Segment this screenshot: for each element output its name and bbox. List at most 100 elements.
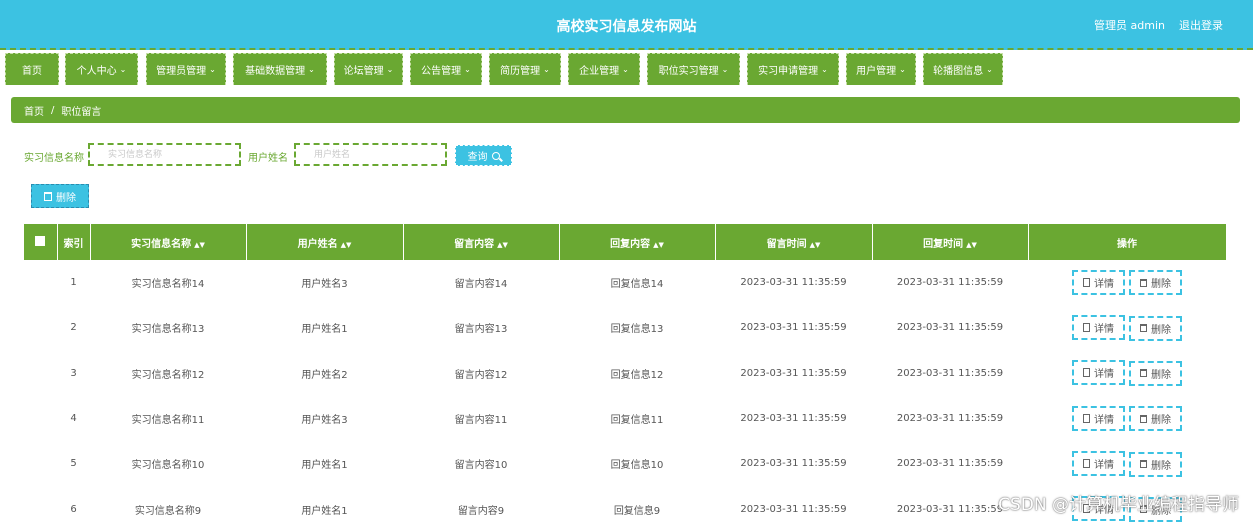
cell-user-name: 用户姓名3 [246, 260, 403, 305]
detail-button[interactable]: 详情 [1072, 406, 1125, 431]
col-header-reply[interactable]: 回复内容▲▼ [559, 224, 715, 260]
nav-item-user[interactable]: 用户管理⌄ [846, 53, 916, 85]
delete-button[interactable]: 删除 [1129, 316, 1182, 341]
nav-label: 实习申请管理 [758, 62, 818, 77]
detail-label: 详情 [1094, 456, 1114, 471]
table-row: 2 实习信息名称13 用户姓名1 留言内容13 回复信息13 2023-03-3… [24, 305, 1226, 350]
sort-icon[interactable]: ▲▼ [194, 241, 205, 249]
cell-internship-name: 实习信息名称9 [90, 486, 246, 531]
nav-item-company[interactable]: 企业管理⌄ [568, 53, 640, 85]
nav-item-announcement[interactable]: 公告管理⌄ [410, 53, 482, 85]
detail-button[interactable]: 详情 [1072, 360, 1125, 385]
chevron-down-icon: ⌄ [120, 65, 127, 74]
detail-button[interactable]: 详情 [1072, 270, 1125, 295]
sort-icon[interactable]: ▲▼ [653, 241, 664, 249]
chevron-down-icon: ⌄ [387, 65, 394, 74]
cell-reply-time: 2023-03-31 11:35:59 [872, 396, 1028, 441]
nav-item-personal-center[interactable]: 个人中心⌄ [65, 53, 138, 85]
nav-item-home[interactable]: 首页 [5, 53, 59, 85]
search-label-user-name: 用户姓名 [248, 149, 288, 164]
cell-reply-time: 2023-03-31 11:35:59 [872, 260, 1028, 305]
row-select-cell[interactable] [24, 260, 57, 305]
trash-icon [1140, 460, 1147, 468]
breadcrumb-home[interactable]: 首页 [24, 103, 44, 118]
delete-label: 删除 [1151, 366, 1171, 381]
cell-message-time: 2023-03-31 11:35:59 [715, 441, 872, 486]
cell-user-name: 用户姓名3 [246, 396, 403, 441]
cell-reply-time: 2023-03-31 11:35:59 [872, 351, 1028, 396]
nav-item-resume[interactable]: 简历管理⌄ [489, 53, 561, 85]
delete-button[interactable]: 删除 [1129, 270, 1182, 295]
row-select-cell[interactable] [24, 351, 57, 396]
col-header-message-time[interactable]: 留言时间▲▼ [715, 224, 872, 260]
row-select-cell[interactable] [24, 396, 57, 441]
query-button-label: 查询 [468, 148, 488, 163]
sort-icon[interactable]: ▲▼ [497, 241, 508, 249]
cell-message: 留言内容9 [403, 486, 559, 531]
select-all-checkbox[interactable] [35, 236, 45, 246]
detail-button[interactable]: 详情 [1072, 451, 1125, 476]
document-icon [1083, 414, 1090, 423]
trash-icon [1140, 279, 1147, 287]
chevron-down-icon: ⌄ [821, 65, 828, 74]
col-header-internship-name[interactable]: 实习信息名称▲▼ [90, 224, 246, 260]
chevron-down-icon: ⌄ [899, 65, 906, 74]
cell-index: 2 [57, 305, 90, 350]
delete-label: 删除 [1151, 411, 1171, 426]
nav-item-internship-position[interactable]: 职位实习管理⌄ [647, 53, 740, 85]
col-header-user-name[interactable]: 用户姓名▲▼ [246, 224, 403, 260]
col-header-message[interactable]: 留言内容▲▼ [403, 224, 559, 260]
breadcrumb: 首页 / 职位留言 [11, 97, 1240, 123]
nav-label: 管理员管理 [156, 62, 206, 77]
delete-label: 删除 [1151, 321, 1171, 336]
sort-icon[interactable]: ▲▼ [341, 241, 352, 249]
cell-reply: 回复信息9 [559, 486, 715, 531]
batch-delete-button[interactable]: 删除 [31, 184, 89, 208]
detail-label: 详情 [1094, 411, 1114, 426]
user-name-input[interactable] [294, 143, 447, 166]
query-button[interactable]: 查询 [455, 145, 512, 166]
cell-actions: 详情 删除 [1028, 351, 1226, 396]
col-header-reply-time[interactable]: 回复时间▲▼ [872, 224, 1028, 260]
cell-reply: 回复信息12 [559, 351, 715, 396]
nav-item-admin-management[interactable]: 管理员管理⌄ [146, 53, 226, 85]
document-icon [1083, 459, 1090, 468]
internship-name-input[interactable] [88, 143, 241, 166]
row-select-cell[interactable] [24, 486, 57, 531]
table-row: 4 实习信息名称11 用户姓名3 留言内容11 回复信息11 2023-03-3… [24, 396, 1226, 441]
nav-label: 轮播图信息 [933, 62, 983, 77]
row-select-cell[interactable] [24, 305, 57, 350]
nav-label: 基础数据管理 [245, 62, 305, 77]
cell-index: 3 [57, 351, 90, 396]
select-all-cell[interactable] [24, 224, 57, 260]
nav-item-internship-application[interactable]: 实习申请管理⌄ [747, 53, 839, 85]
cell-internship-name: 实习信息名称14 [90, 260, 246, 305]
nav-item-carousel[interactable]: 轮播图信息⌄ [923, 53, 1003, 85]
cell-actions: 详情删除 [1028, 441, 1226, 486]
nav-label: 公告管理 [421, 62, 461, 77]
cell-message-time: 2023-03-31 11:35:59 [715, 305, 872, 350]
logout-link[interactable]: 退出登录 [1179, 17, 1223, 33]
sort-icon[interactable]: ▲▼ [810, 241, 821, 249]
sort-icon[interactable]: ▲▼ [966, 241, 977, 249]
nav-item-basic-data[interactable]: 基础数据管理⌄ [233, 53, 327, 85]
col-header-label: 实习信息名称 [131, 239, 191, 250]
cell-reply: 回复信息13 [559, 305, 715, 350]
row-select-cell[interactable] [24, 441, 57, 486]
cell-internship-name: 实习信息名称10 [90, 441, 246, 486]
detail-button[interactable]: 详情 [1072, 315, 1125, 340]
cell-index: 5 [57, 441, 90, 486]
delete-button[interactable]: 删除 [1129, 406, 1182, 431]
table-row: 3 实习信息名称12 用户姓名2 留言内容12 回复信息12 2023-03-3… [24, 351, 1226, 396]
cell-message-time: 2023-03-31 11:35:59 [715, 351, 872, 396]
nav-item-forum[interactable]: 论坛管理⌄ [334, 53, 403, 85]
delete-button[interactable]: 删除 [1129, 452, 1182, 477]
nav-label: 简历管理 [500, 62, 540, 77]
message-table: 索引 实习信息名称▲▼ 用户姓名▲▼ 留言内容▲▼ 回复内容▲▼ 留言时间▲▼ … [24, 224, 1227, 532]
nav-label: 用户管理 [856, 62, 896, 77]
search-label-internship-name: 实习信息名称 [24, 149, 84, 164]
table-row: 5 实习信息名称10 用户姓名1 留言内容10 回复信息10 2023-03-3… [24, 441, 1226, 486]
breadcrumb-separator: / [51, 105, 54, 116]
delete-button[interactable]: 删除 [1129, 361, 1182, 386]
chevron-down-icon: ⌄ [464, 65, 471, 74]
